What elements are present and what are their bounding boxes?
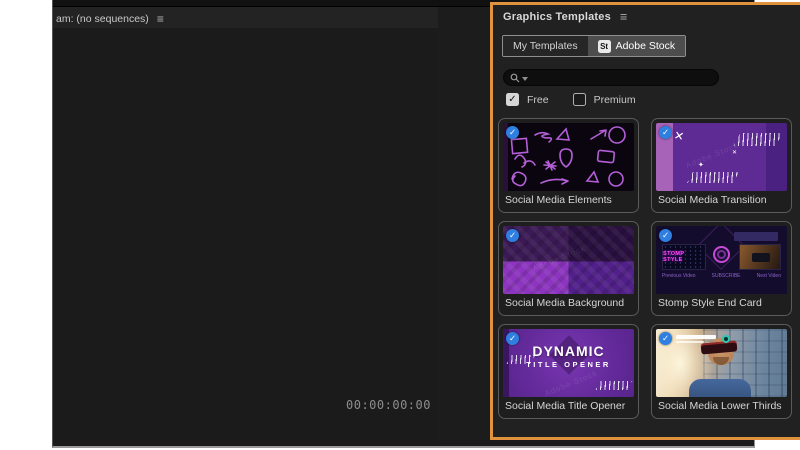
person-shirt xyxy=(689,379,751,397)
filter-free[interactable]: ✓ Free xyxy=(506,93,549,106)
template-source-tabs: My Templates St Adobe Stock xyxy=(502,35,687,57)
template-grid: ✓ Social Media Elements ✕ ✕ ✦ Adobe Stoc… xyxy=(498,118,792,419)
premiere-app-window: am: (no sequences) ≡ 00:00:00:00 Graphic… xyxy=(52,0,800,448)
panel-title: Graphics Templates xyxy=(503,11,611,24)
lower-third-subtitle-bar xyxy=(676,340,704,343)
previous-video-placeholder: STOMP STYLE xyxy=(662,244,706,270)
template-card-stomp-style-end-card[interactable]: STOMP STYLE Previous Video SUBSCRIBE Nex… xyxy=(651,221,792,316)
doodle-shapes-graphic xyxy=(510,126,626,187)
decor-hatch-lines xyxy=(687,172,739,183)
graphics-templates-header: Graphics Templates ≡ xyxy=(503,11,627,24)
template-name: Stomp Style End Card xyxy=(658,297,762,309)
caption-previous-video: Previous Video xyxy=(662,273,696,279)
decor-texture-overlay xyxy=(503,226,634,294)
screenshot-canvas: am: (no sequences) ≡ 00:00:00:00 Graphic… xyxy=(0,0,800,450)
filter-premium[interactable]: Premium xyxy=(572,93,636,106)
decor-x-mark: ✕ xyxy=(672,128,686,144)
template-thumbnail: ✕ ✕ ✦ Adobe Stock ✓ xyxy=(656,123,787,191)
gamepad-shape xyxy=(752,253,770,262)
selected-check-badge[interactable]: ✓ xyxy=(659,229,672,242)
program-monitor-viewport: 00:00:00:00 xyxy=(53,28,438,446)
tab-adobe-stock[interactable]: St Adobe Stock xyxy=(587,36,686,56)
free-label: Free xyxy=(527,93,549,106)
selected-check-badge[interactable]: ✓ xyxy=(506,229,519,242)
selected-check-badge[interactable]: ✓ xyxy=(506,126,519,139)
decor-x-mark-small: ✕ xyxy=(732,150,738,156)
search-input[interactable] xyxy=(530,72,712,83)
search-options-chevron-down-icon[interactable] xyxy=(522,77,528,81)
template-card-social-media-elements[interactable]: ✓ Social Media Elements xyxy=(498,118,639,213)
lower-third-ring-icon xyxy=(722,335,730,343)
template-name: Social Media Elements xyxy=(505,194,612,206)
thumb-title-text: STOMP STYLE xyxy=(663,251,685,263)
decor-hatch-lines xyxy=(733,133,783,146)
template-card-social-media-transition[interactable]: ✕ ✕ ✦ Adobe Stock ✓ Social Media Transit… xyxy=(651,118,792,213)
program-monitor-tab[interactable]: am: (no sequences) ≡ xyxy=(56,10,164,28)
template-thumbnail: STOMP STYLE Previous Video SUBSCRIBE Nex… xyxy=(656,226,787,294)
adobe-stock-logo-icon: St xyxy=(597,39,611,53)
caption-next-video: Next Video xyxy=(756,273,781,279)
caption-subscribe: SUBSCRIBE xyxy=(711,273,741,279)
decor-top-bar xyxy=(734,232,778,241)
decor-hatch-lines xyxy=(506,355,536,364)
template-thumbnail: Adobe Stock ✓ xyxy=(503,226,634,294)
channel-logo-circle xyxy=(713,246,730,263)
selected-check-badge[interactable]: ✓ xyxy=(506,332,519,345)
premium-label: Premium xyxy=(593,93,636,106)
adobe-stock-watermark: Adobe Stock xyxy=(543,368,600,397)
template-card-social-media-lower-thirds[interactable]: ✓ Social Media Lower Thirds xyxy=(651,324,792,419)
template-name: Social Media Transition xyxy=(658,194,767,206)
tab-my-templates-label: My Templates xyxy=(513,40,578,52)
lower-third-title-bar xyxy=(676,335,716,339)
template-search-bar[interactable] xyxy=(503,69,719,86)
license-filters: ✓ Free Premium xyxy=(506,93,636,106)
program-monitor-tab-label: am: (no sequences) xyxy=(56,13,149,25)
template-name: Social Media Background xyxy=(505,297,625,309)
selected-check-badge[interactable]: ✓ xyxy=(659,126,672,139)
end-card-captions: Previous Video SUBSCRIBE Next Video xyxy=(662,273,781,279)
panel-menu-hamburger-icon[interactable]: ≡ xyxy=(620,11,627,24)
decor-plus-mark: ✦ xyxy=(698,162,704,169)
decor-hatch-lines xyxy=(595,381,633,390)
panel-menu-hamburger-icon[interactable]: ≡ xyxy=(157,13,164,25)
lower-third-overlay xyxy=(676,335,730,343)
graphics-templates-panel: Graphics Templates ≡ My Templates St Ado… xyxy=(490,2,800,440)
template-thumbnail: ✓ xyxy=(503,123,634,191)
next-video-placeholder xyxy=(739,244,781,270)
premium-checkbox[interactable] xyxy=(572,93,586,106)
tab-my-templates[interactable]: My Templates xyxy=(503,36,588,56)
template-name: Social Media Title Opener xyxy=(505,400,626,412)
program-monitor-header: am: (no sequences) ≡ xyxy=(53,7,438,34)
tab-adobe-stock-label: Adobe Stock xyxy=(615,40,676,52)
free-checkbox[interactable]: ✓ xyxy=(506,93,519,106)
selected-check-badge[interactable]: ✓ xyxy=(659,332,672,345)
template-card-social-media-title-opener[interactable]: DYNAMIC TITLE OPENER Adobe Stock ✓ Socia… xyxy=(498,324,639,419)
template-thumbnail: DYNAMIC TITLE OPENER Adobe Stock ✓ xyxy=(503,329,634,397)
template-card-social-media-background[interactable]: Adobe Stock ✓ Social Media Background xyxy=(498,221,639,316)
template-thumbnail: ✓ xyxy=(656,329,787,397)
template-name: Social Media Lower Thirds xyxy=(658,400,782,412)
search-icon xyxy=(510,73,520,82)
playhead-timecode[interactable]: 00:00:00:00 xyxy=(346,398,431,412)
